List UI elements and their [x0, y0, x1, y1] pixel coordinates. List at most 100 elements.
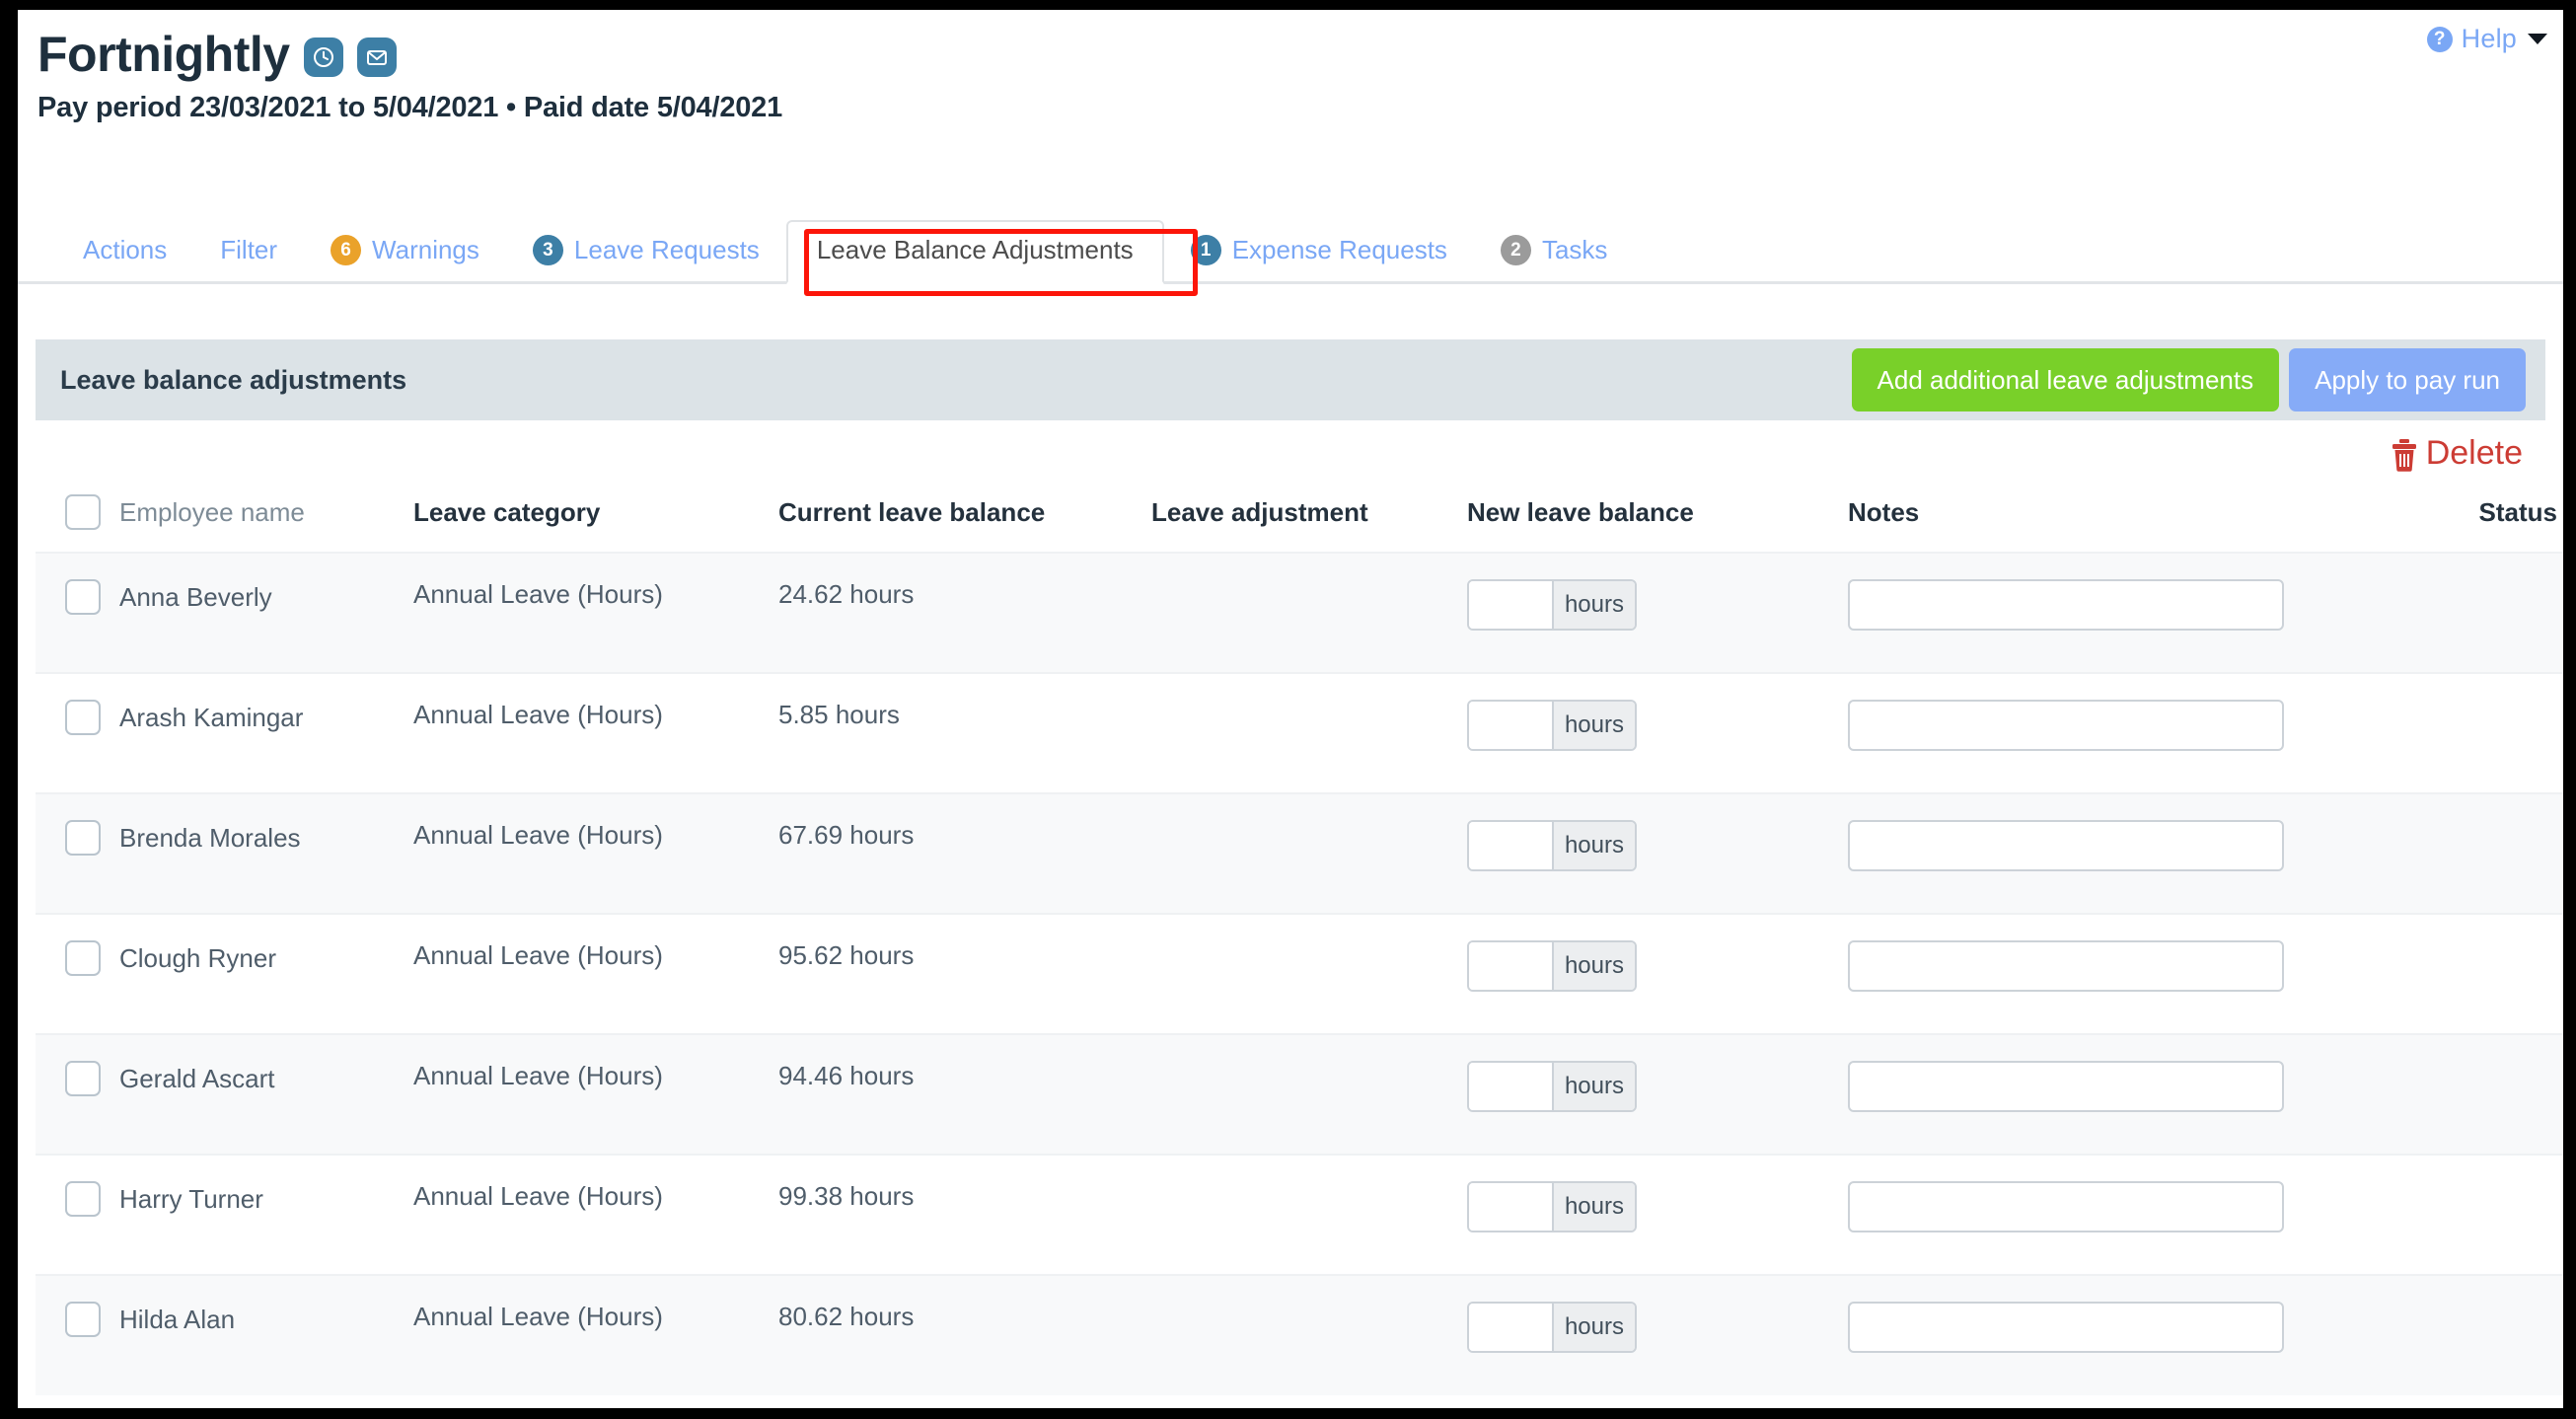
chevron-down-icon: [2528, 34, 2547, 44]
row-select-checkbox[interactable]: [65, 820, 101, 856]
title-row: Fortnightly: [37, 30, 782, 79]
new-leave-balance-input[interactable]: [1469, 702, 1552, 749]
tab-list: Actions Filter 6 Warnings 3 Leave Reques…: [56, 220, 1634, 284]
table-row: Hilda Alan Annual Leave (Hours) 80.62 hour…: [36, 1274, 2563, 1395]
notes-input[interactable]: [1848, 1181, 2284, 1232]
cell-current-leave-balance: 95.62 hours: [778, 913, 1151, 1034]
notes-input[interactable]: [1848, 579, 2284, 631]
new-leave-balance-input[interactable]: [1469, 822, 1552, 869]
delete-button[interactable]: Delete: [2390, 434, 2523, 473]
new-leave-balance-input-group[interactable]: hours: [1467, 700, 1637, 751]
table-header: Employee name Leave category Current lea…: [36, 479, 2563, 553]
employee-name-label: Hilda Alan: [119, 1304, 236, 1334]
hours-unit-label: hours: [1551, 1063, 1635, 1110]
app-viewport: ? Help Fortnightly Pay period 23/03/2021…: [18, 10, 2563, 1408]
tab-actions[interactable]: Actions: [56, 224, 193, 281]
cell-new-leave-balance: hours: [1467, 1274, 1848, 1395]
tasks-count-badge: 2: [1500, 235, 1531, 265]
row-select-checkbox[interactable]: [65, 700, 101, 735]
row-select-checkbox[interactable]: [65, 940, 101, 976]
panel-title: Leave balance adjustments: [60, 364, 407, 395]
row-select-checkbox[interactable]: [65, 1302, 101, 1337]
new-leave-balance-input[interactable]: [1469, 1304, 1552, 1351]
column-header-leave-adjustment: Leave adjustment: [1151, 496, 1368, 527]
tab-expense-requests[interactable]: 1 Expense Requests: [1164, 224, 1474, 281]
cell-employee-name: Gerald Ascart: [36, 1033, 413, 1155]
cell-notes: [1848, 1033, 2400, 1155]
new-leave-balance-input-group[interactable]: hours: [1467, 1181, 1637, 1232]
cell-leave-adjustment: [1151, 672, 1467, 793]
cell-notes: [1848, 1154, 2400, 1275]
tab-label: Filter: [220, 235, 278, 264]
new-leave-balance-input-group[interactable]: hours: [1467, 940, 1637, 992]
cell-status: [2400, 1033, 2563, 1155]
add-additional-leave-adjustments-button[interactable]: Add additional leave adjustments: [1851, 348, 2280, 411]
notes-input[interactable]: [1848, 1302, 2284, 1353]
cell-status: [2400, 552, 2563, 673]
row-select-checkbox[interactable]: [65, 1181, 101, 1217]
employee-name-label: Gerald Ascart: [119, 1063, 275, 1093]
notes-input[interactable]: [1848, 940, 2284, 992]
new-leave-balance-input-group[interactable]: hours: [1467, 579, 1637, 631]
employee-name-label: Arash Kamingar: [119, 702, 304, 732]
notes-input[interactable]: [1848, 820, 2284, 871]
select-all-checkbox[interactable]: [65, 494, 101, 530]
hours-unit-label: hours: [1551, 822, 1635, 869]
cell-new-leave-balance: hours: [1467, 1033, 1848, 1155]
help-menu[interactable]: ? Help: [2426, 24, 2547, 54]
cell-employee-name: Hilda Alan: [36, 1274, 413, 1395]
tab-bar: Actions Filter 6 Warnings 3 Leave Reques…: [18, 220, 2563, 284]
new-leave-balance-input-group[interactable]: hours: [1467, 820, 1637, 871]
hours-unit-label: hours: [1551, 1304, 1635, 1351]
hours-unit-label: hours: [1551, 1183, 1635, 1231]
tab-tasks[interactable]: 2 Tasks: [1474, 224, 1634, 281]
table-row: Anna Beverly Annual Leave (Hours) 24.62 ho…: [36, 552, 2563, 673]
tab-warnings[interactable]: 6 Warnings: [304, 224, 506, 281]
cell-status: [2400, 1274, 2563, 1395]
new-leave-balance-input[interactable]: [1469, 1063, 1552, 1110]
employee-name-label: Brenda Morales: [119, 822, 301, 853]
tab-label: Expense Requests: [1231, 235, 1447, 264]
table-header-row: Employee name Leave category Current lea…: [36, 479, 2563, 553]
tab-label: Leave Balance Adjustments: [816, 235, 1134, 264]
employee-name-label: Clough Ryner: [119, 942, 276, 973]
employee-name-label: Anna Beverly: [119, 581, 272, 612]
cell-new-leave-balance: hours: [1467, 552, 1848, 673]
cell-status: [2400, 1154, 2563, 1275]
new-leave-balance-input-group[interactable]: hours: [1467, 1061, 1637, 1112]
tab-filter[interactable]: Filter: [193, 224, 304, 281]
cell-employee-name: Harry Turner: [36, 1154, 413, 1275]
column-header-label: Employee name: [119, 496, 305, 527]
cell-current-leave-balance: 24.62 hours: [778, 552, 1151, 673]
column-header-leave-category: Leave category: [413, 496, 601, 527]
cell-leave-category: Annual Leave (Hours): [413, 913, 778, 1034]
row-select-checkbox[interactable]: [65, 579, 101, 615]
notes-input[interactable]: [1848, 700, 2284, 751]
pay-period-subtitle: Pay period 23/03/2021 to 5/04/2021 • Pai…: [37, 92, 783, 123]
new-leave-balance-input[interactable]: [1469, 1183, 1552, 1231]
tab-label: Actions: [83, 235, 168, 264]
apply-to-pay-run-button[interactable]: Apply to pay run: [2289, 348, 2526, 411]
column-header-new-leave-balance: New leave balance: [1467, 496, 1694, 527]
notes-input[interactable]: [1848, 1061, 2284, 1112]
tab-label: Leave Requests: [573, 235, 760, 264]
hours-unit-label: hours: [1551, 581, 1635, 629]
table-row: Harry Turner Annual Leave (Hours) 99.38 ho…: [36, 1154, 2563, 1275]
envelope-icon[interactable]: [356, 37, 397, 77]
tab-leave-requests[interactable]: 3 Leave Requests: [506, 224, 786, 281]
column-header-status: Status: [2478, 496, 2557, 527]
column-header-current-leave-balance: Current leave balance: [778, 496, 1046, 527]
cell-employee-name: Brenda Morales: [36, 792, 413, 914]
new-leave-balance-input[interactable]: [1469, 581, 1552, 629]
row-select-checkbox[interactable]: [65, 1061, 101, 1096]
cell-leave-adjustment: [1151, 792, 1467, 914]
hours-unit-label: hours: [1551, 942, 1635, 990]
page-header: Fortnightly Pay period 23/03/2021 to 5/0…: [37, 30, 782, 124]
new-leave-balance-input-group[interactable]: hours: [1467, 1302, 1637, 1353]
clock-icon[interactable]: [303, 37, 343, 77]
cell-new-leave-balance: hours: [1467, 913, 1848, 1034]
new-leave-balance-input[interactable]: [1469, 942, 1552, 990]
cell-current-leave-balance: 80.62 hours: [778, 1274, 1151, 1395]
tab-label: Tasks: [1541, 235, 1608, 264]
tab-leave-balance-adjustments[interactable]: Leave Balance Adjustments: [785, 220, 1164, 284]
